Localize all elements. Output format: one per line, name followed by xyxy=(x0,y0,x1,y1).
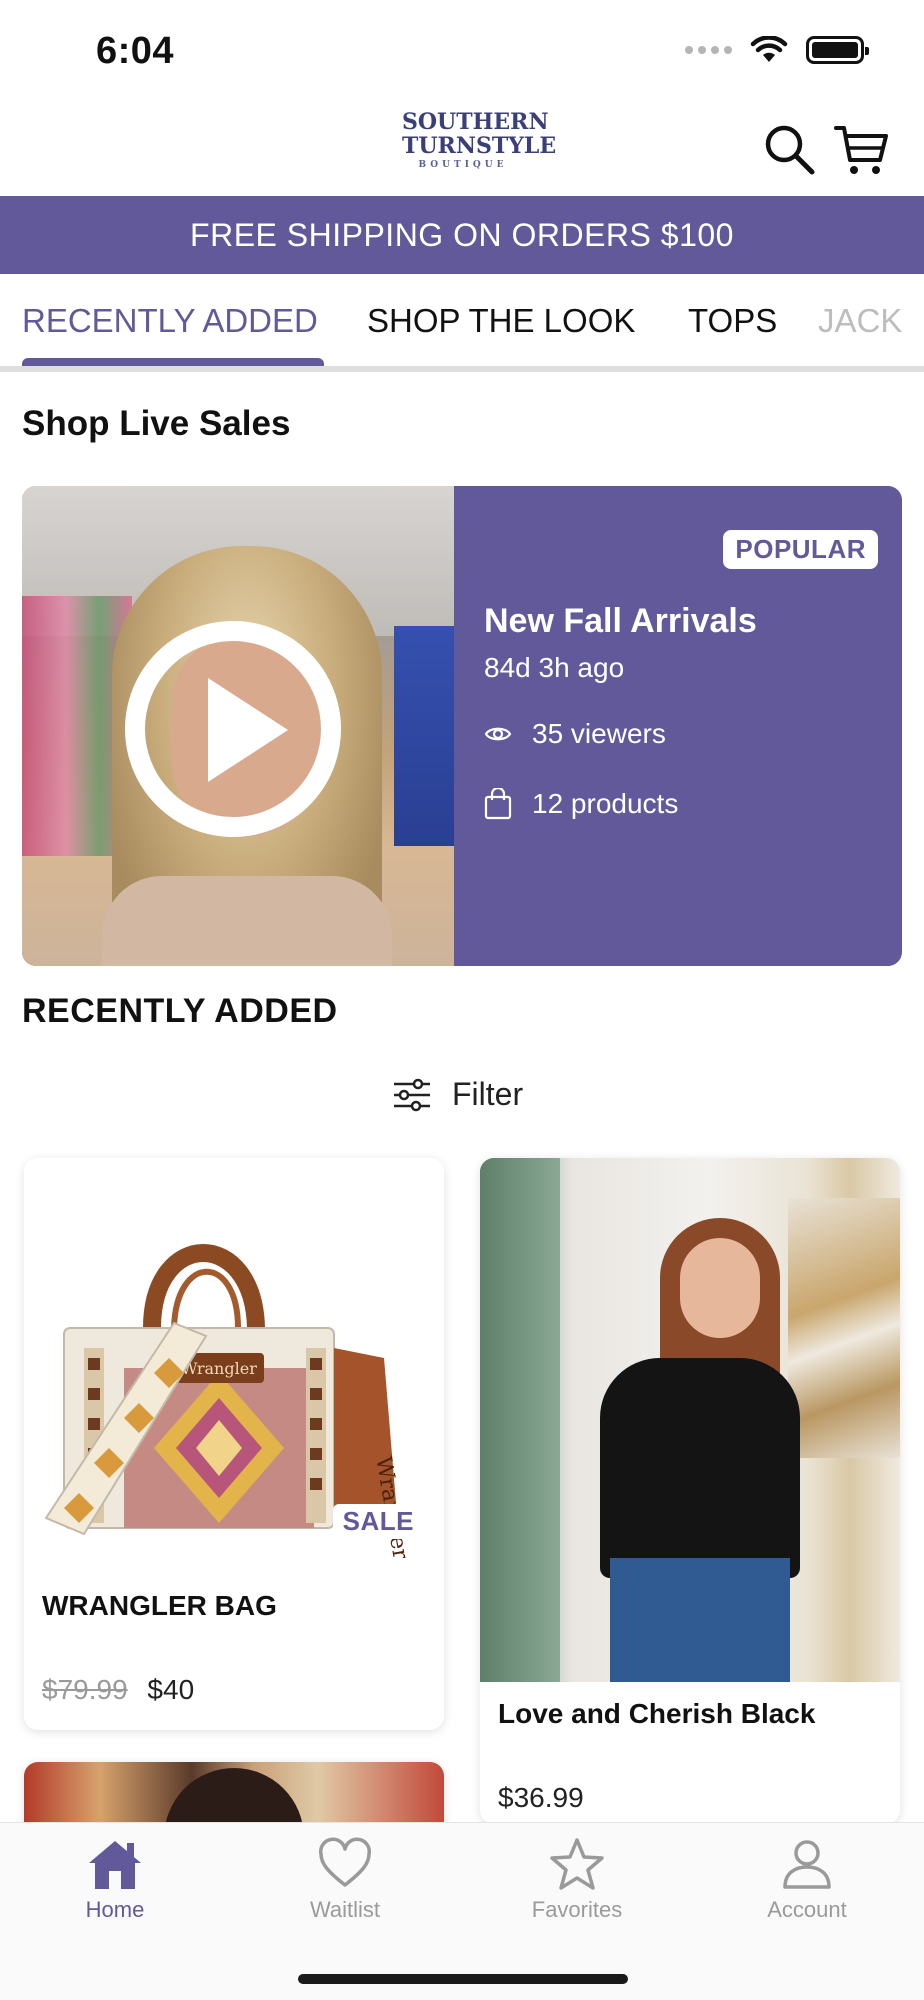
product-old-price: $79.99 xyxy=(42,1674,128,1705)
star-icon xyxy=(550,1838,604,1890)
tab-account-label: Account xyxy=(767,1897,847,1922)
live-video-thumbnail[interactable] xyxy=(22,486,454,966)
wifi-icon xyxy=(750,36,788,62)
eye-icon xyxy=(484,727,512,741)
product-name[interactable]: WRANGLER BAG xyxy=(42,1590,277,1622)
app-header: SOUTHERN TURNSTYLE BOUTIQUE xyxy=(0,100,924,196)
status-bar: 6:04 xyxy=(0,0,924,100)
active-tab-indicator xyxy=(22,358,324,366)
product-image[interactable] xyxy=(480,1158,900,1682)
product-card[interactable]: Wrangler Wrangler SALE WRANGLER BAG $79.… xyxy=(24,1158,444,1730)
tab-favorites[interactable]: Favorites xyxy=(497,1837,657,1923)
logo-line-2: TURNSTYLE xyxy=(402,133,557,159)
free-shipping-banner: FREE SHIPPING ON ORDERS $100 xyxy=(0,196,924,274)
tab-tops[interactable]: TOPS xyxy=(688,302,777,340)
logo-line-3: BOUTIQUE xyxy=(418,160,508,170)
category-tabs: RECENTLY ADDED SHOP THE LOOK TOPS JACK xyxy=(0,274,924,372)
product-name[interactable]: Love and Cherish Black xyxy=(498,1698,815,1730)
filter-sliders-icon xyxy=(394,1078,430,1111)
product-price-row: $79.99 $40 xyxy=(42,1674,194,1706)
home-icon xyxy=(89,1841,141,1889)
logo-line-1: SOUTHERN xyxy=(402,109,549,135)
cart-button[interactable] xyxy=(834,122,890,178)
tab-recently-added[interactable]: RECENTLY ADDED xyxy=(22,302,318,340)
live-sales-title: Shop Live Sales xyxy=(22,404,291,443)
product-price-row: $36.99 xyxy=(498,1782,584,1814)
battery-icon xyxy=(806,36,869,64)
live-sale-title: New Fall Arrivals xyxy=(484,602,757,640)
products-count: 12 products xyxy=(484,788,678,820)
live-sale-time: 84d 3h ago xyxy=(484,652,625,683)
search-icon xyxy=(765,125,815,175)
tab-account[interactable]: Account xyxy=(727,1837,887,1923)
sale-badge: SALE xyxy=(332,1504,424,1539)
live-sale-info: POPULAR New Fall Arrivals 84d 3h ago 35 … xyxy=(454,486,902,966)
popular-badge: POPULAR xyxy=(723,530,878,569)
search-button[interactable] xyxy=(762,122,818,178)
cellular-signal-icon xyxy=(685,46,732,54)
tab-waitlist[interactable]: Waitlist xyxy=(265,1837,425,1923)
product-price: $40 xyxy=(147,1674,195,1705)
tab-jackets[interactable]: JACK xyxy=(818,302,902,340)
store-logo[interactable]: SOUTHERN TURNSTYLE BOUTIQUE xyxy=(402,109,557,190)
tab-shop-the-look[interactable]: SHOP THE LOOK xyxy=(367,302,635,340)
tab-home-label: Home xyxy=(85,1897,145,1922)
heart-icon xyxy=(319,1837,371,1887)
tab-favorites-label: Favorites xyxy=(531,1897,623,1922)
status-time: 6:04 xyxy=(96,30,175,72)
tab-home[interactable]: Home xyxy=(35,1837,195,1923)
live-sale-card[interactable]: POPULAR New Fall Arrivals 84d 3h ago 35 … xyxy=(22,486,902,966)
viewers-label: 35 viewers xyxy=(532,718,666,749)
home-indicator xyxy=(298,1974,628,1984)
product-price: $36.99 xyxy=(498,1782,584,1813)
recently-added-title: RECENTLY ADDED xyxy=(22,992,338,1030)
viewers-count: 35 viewers xyxy=(484,718,666,750)
status-icons xyxy=(685,36,869,64)
tab-waitlist-label: Waitlist xyxy=(309,1897,381,1922)
shopping-bag-icon xyxy=(484,788,512,820)
product-card[interactable]: Love and Cherish Black $36.99 xyxy=(480,1158,900,1824)
filter-label: Filter xyxy=(452,1076,524,1112)
filter-button[interactable]: Filter xyxy=(392,1076,523,1113)
svg-text:Wrangler: Wrangler xyxy=(181,1359,257,1378)
person-icon xyxy=(783,1840,831,1889)
cart-icon xyxy=(834,126,888,174)
products-label: 12 products xyxy=(532,788,679,819)
product-image[interactable]: Wrangler Wrangler xyxy=(24,1158,444,1562)
